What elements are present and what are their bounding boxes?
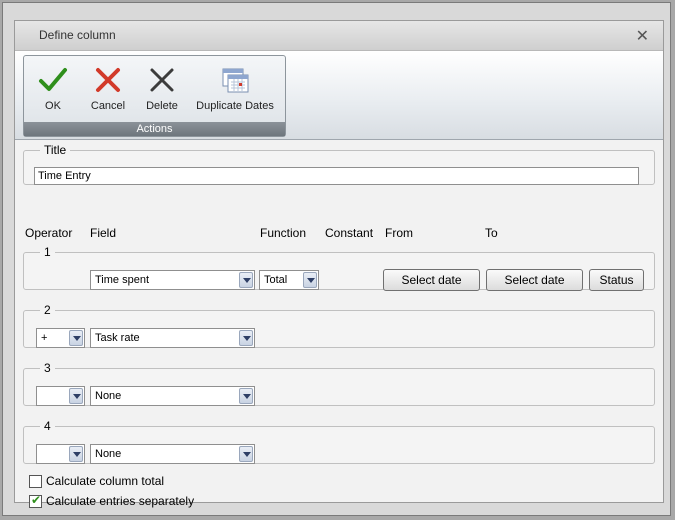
calc-entries-separately-checkbox[interactable]: ✔: [29, 493, 42, 508]
chevron-down-icon: [69, 388, 83, 404]
cancel-button[interactable]: Cancel: [88, 64, 128, 112]
calc-entries-separately-label: Calculate entries separately: [46, 494, 195, 508]
checkmark-icon: ✔: [31, 493, 42, 507]
title-bar[interactable]: Define column ✕: [15, 21, 663, 51]
duplicate-dates-label: Duplicate Dates: [196, 100, 274, 112]
row-3-operator-select[interactable]: [36, 386, 85, 406]
calendar-icon: [222, 68, 249, 93]
chevron-down-icon: [69, 446, 83, 462]
ok-label: OK: [45, 100, 61, 112]
field-header: Field: [90, 226, 117, 240]
operator-header: Operator: [25, 226, 73, 240]
title-fieldset: Title Time Entry: [23, 143, 655, 185]
chevron-down-icon: [239, 272, 253, 288]
function-header: Function: [260, 226, 307, 240]
close-icon[interactable]: ✕: [636, 26, 649, 46]
row-1-function-select[interactable]: Total: [259, 270, 319, 290]
row-4-fieldset: 4 None: [23, 419, 655, 464]
ok-button[interactable]: OK: [36, 64, 70, 112]
delete-button[interactable]: Delete: [142, 64, 182, 112]
duplicate-dates-button[interactable]: Duplicate Dates: [196, 64, 274, 112]
from-header: From: [385, 226, 413, 240]
chevron-down-icon: [239, 388, 253, 404]
row-3-field-value: None: [95, 390, 122, 402]
calc-column-total-checkbox[interactable]: [29, 475, 42, 488]
row-3-fieldset: 3 None: [23, 361, 655, 406]
row-1-field-select[interactable]: Time spent: [90, 270, 255, 290]
status-button[interactable]: Status: [589, 269, 644, 291]
x-cross-icon: [96, 68, 120, 92]
delete-label: Delete: [146, 100, 178, 112]
row-4-number: 4: [44, 419, 51, 433]
constant-header: Constant: [325, 226, 374, 240]
dialog-frame: Define column ✕ OK Cancel Delete Duplica…: [14, 20, 664, 508]
window-title: Define column: [39, 28, 116, 42]
row-2-operator-select[interactable]: +: [36, 328, 85, 348]
chevron-down-icon: [239, 330, 253, 346]
row-2-number: 2: [44, 303, 51, 317]
row-2-operator-value: +: [41, 332, 48, 344]
row-4-operator-select[interactable]: [36, 444, 85, 464]
row-3-field-select[interactable]: None: [90, 386, 255, 406]
title-legend: Title: [44, 143, 67, 157]
to-header: To: [485, 226, 498, 240]
row-1-field-value: Time spent: [95, 274, 150, 286]
chevron-down-icon: [239, 446, 253, 462]
delete-x-icon: [150, 68, 174, 92]
title-input[interactable]: Time Entry: [34, 167, 639, 185]
ribbon-toolbar: OK Cancel Delete Duplicate Dates Actions: [15, 51, 663, 140]
to-select-date-button[interactable]: Select date: [486, 269, 583, 291]
chevron-down-icon: [69, 330, 83, 346]
row-2-field-value: Task rate: [95, 332, 140, 344]
row-2-fieldset: 2 + Task rate: [23, 303, 655, 348]
checkmark-icon: [39, 68, 67, 91]
actions-group-caption: Actions: [24, 122, 285, 136]
row-1-number: 1: [44, 245, 51, 259]
dialog-window: Define column ✕ OK Cancel Delete Duplica…: [2, 2, 671, 516]
cancel-label: Cancel: [90, 100, 126, 112]
row-1-fieldset: 1 Time spent Total Select date Select da…: [23, 245, 655, 291]
actions-group: OK Cancel Delete Duplicate Dates Actions: [23, 55, 286, 137]
row-4-field-select[interactable]: None: [90, 444, 255, 464]
row-2-field-select[interactable]: Task rate: [90, 328, 255, 348]
dialog-content: Title Time Entry Operator Field Function…: [15, 141, 663, 508]
row-3-number: 3: [44, 361, 51, 375]
row-1-function-value: Total: [264, 274, 288, 286]
chevron-down-icon: [303, 272, 317, 288]
calc-column-total-label: Calculate column total: [46, 474, 165, 488]
from-select-date-button[interactable]: Select date: [383, 269, 480, 291]
row-4-field-value: None: [95, 448, 122, 460]
